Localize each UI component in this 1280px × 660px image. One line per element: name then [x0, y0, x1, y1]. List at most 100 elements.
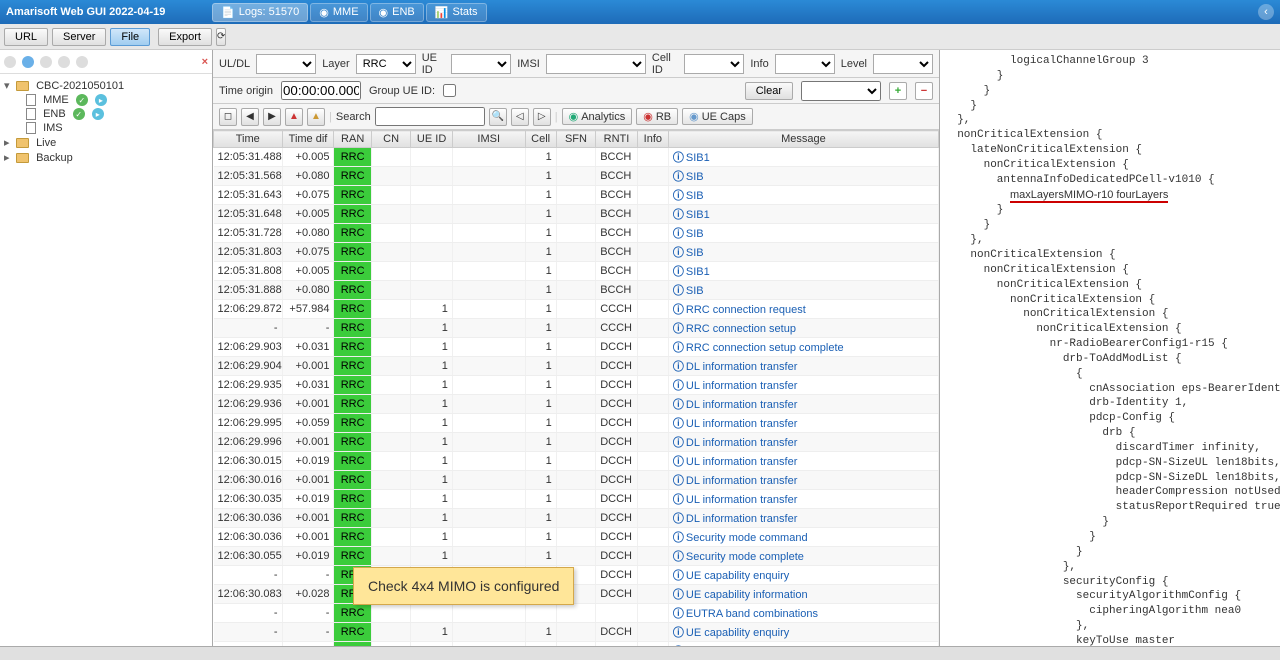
col-time-dif[interactable]: Time dif — [282, 131, 334, 148]
imsi-select[interactable] — [546, 54, 646, 74]
group-ueid-label: Group UE ID: — [369, 85, 435, 97]
search-prev-icon[interactable]: ◁ — [511, 108, 529, 126]
clear-button[interactable]: Clear — [745, 82, 793, 100]
dot-icon[interactable] — [4, 56, 16, 68]
log-row[interactable]: 12:06:30.035+0.019RRC11DCCHⓘUL informati… — [214, 490, 939, 509]
chart-icon: 📊 — [435, 6, 449, 19]
info-select[interactable] — [775, 54, 835, 74]
log-grid-wrap[interactable]: TimeTime difRANCNUE IDIMSICellSFNRNTIInf… — [213, 130, 939, 646]
log-row[interactable]: 12:06:30.036+0.001RRC11DCCHⓘSecurity mod… — [214, 528, 939, 547]
log-row[interactable]: 12:06:29.903+0.031RRC11DCCHⓘRRC connecti… — [214, 338, 939, 357]
tab-stats[interactable]: 📊Stats — [426, 3, 487, 22]
log-row[interactable]: 12:06:30.055+0.019RRC11DCCHⓘSecurity mod… — [214, 547, 939, 566]
log-row[interactable]: 12:06:30.123+0.040RRC11DCCHⓘUE capabilit… — [214, 642, 939, 647]
log-row[interactable]: 12:06:29.872+57.984RRC11CCCHⓘRRC connect… — [214, 300, 939, 319]
search-input[interactable] — [375, 107, 485, 126]
col-imsi[interactable]: IMSI — [452, 131, 525, 148]
log-row[interactable]: --RRC11CCCHⓘRRC connection setup — [214, 319, 939, 338]
tree-root[interactable]: ▾ CBC-2021050101 — [2, 78, 210, 93]
log-row[interactable]: --RRC11DCCHⓘUE capability enquiry — [214, 623, 939, 642]
log-row[interactable]: 12:06:29.995+0.059RRC11DCCHⓘUL informati… — [214, 414, 939, 433]
col-message[interactable]: Message — [668, 131, 938, 148]
tree-enb[interactable]: ENB ✓ ▸ — [2, 107, 210, 121]
col-sfn[interactable]: SFN — [556, 131, 595, 148]
log-row[interactable]: 12:06:29.996+0.001RRC11DCCHⓘDL informati… — [214, 433, 939, 452]
next-icon[interactable]: ▶ — [263, 108, 281, 126]
dot-icon[interactable] — [76, 56, 88, 68]
log-row[interactable]: 12:06:29.935+0.031RRC11DCCHⓘUL informati… — [214, 376, 939, 395]
time-bar: Time origin Group UE ID: Clear + − — [213, 78, 939, 104]
dot-icon[interactable] — [58, 56, 70, 68]
log-row[interactable]: 12:05:31.808+0.005RRC1BCCHⓘSIB1 — [214, 262, 939, 281]
log-row[interactable]: 12:06:30.015+0.019RRC11DCCHⓘUL informati… — [214, 452, 939, 471]
tree-live[interactable]: ▸ Live — [2, 135, 210, 150]
col-cell[interactable]: Cell — [525, 131, 556, 148]
col-rnti[interactable]: RNTI — [596, 131, 638, 148]
uldl-select[interactable] — [256, 54, 316, 74]
dot-icon[interactable] — [22, 56, 34, 68]
sidebar: × ▾ CBC-2021050101 MME ✓ ▸ ENB ✓ ▸ IMS ▸… — [0, 50, 213, 646]
detail-pane[interactable]: logicalChannelGroup 3 } } } }, nonCritic… — [940, 50, 1280, 646]
collapse-button[interactable]: ‹ — [1258, 4, 1274, 20]
close-icon[interactable]: × — [202, 56, 208, 68]
log-row[interactable]: 12:06:29.904+0.001RRC11DCCHⓘDL informati… — [214, 357, 939, 376]
rb-button[interactable]: ◉RB — [636, 108, 678, 125]
cellid-select[interactable] — [684, 54, 744, 74]
warn-icon[interactable]: ▲ — [285, 108, 303, 126]
url-button[interactable]: URL — [4, 28, 48, 46]
search-icon[interactable]: 🔍 — [489, 108, 507, 126]
dot-icon[interactable] — [40, 56, 52, 68]
col-ran[interactable]: RAN — [334, 131, 371, 148]
export-button[interactable]: Export — [158, 28, 212, 46]
time-origin-input[interactable] — [281, 81, 361, 100]
file-button[interactable]: File — [110, 28, 150, 46]
log-row[interactable]: 12:05:31.488+0.005RRC1BCCHⓘSIB1 — [214, 148, 939, 167]
col-info[interactable]: Info — [637, 131, 668, 148]
analytics-button[interactable]: ◉Analytics — [562, 108, 633, 125]
ueid-select[interactable] — [451, 54, 511, 74]
level-select[interactable] — [873, 54, 933, 74]
clear-select[interactable] — [801, 81, 881, 101]
remove-button[interactable]: − — [915, 82, 933, 100]
tab-enb[interactable]: ◉ENB — [370, 3, 424, 22]
log-row[interactable]: 12:05:31.888+0.080RRC1BCCHⓘSIB — [214, 281, 939, 300]
layer-select[interactable]: RRC — [356, 54, 416, 74]
add-button[interactable]: + — [889, 82, 907, 100]
refresh-icon[interactable]: ⟳ — [216, 28, 226, 46]
col-time[interactable]: Time — [214, 131, 283, 148]
log-row[interactable]: --RRCⓘEUTRA band combinations — [214, 604, 939, 623]
log-row[interactable]: 12:06:30.083+0.028RRC11DCCHⓘUE capabilit… — [214, 585, 939, 604]
log-row[interactable]: 12:06:30.036+0.001RRC11DCCHⓘDL informati… — [214, 509, 939, 528]
uecaps-button[interactable]: ◉UE Caps — [682, 108, 753, 125]
col-ue-id[interactable]: UE ID — [411, 131, 453, 148]
log-row[interactable]: 12:05:31.568+0.080RRC1BCCHⓘSIB — [214, 167, 939, 186]
caution-icon[interactable]: ▲ — [307, 108, 325, 126]
tab-mme[interactable]: ◉MME — [310, 3, 367, 22]
stop-icon[interactable]: ◻ — [219, 108, 237, 126]
log-grid: TimeTime difRANCNUE IDIMSICellSFNRNTIInf… — [213, 130, 939, 646]
tree-mme[interactable]: MME ✓ ▸ — [2, 93, 210, 107]
action-bar: ◻ ◀ ▶ ▲ ▲ | Search 🔍 ◁ ▷ | ◉Analytics ◉R… — [213, 104, 939, 130]
tree-backup[interactable]: ▸ Backup — [2, 150, 210, 165]
group-ueid-checkbox[interactable] — [443, 84, 456, 97]
log-row[interactable]: 12:05:31.643+0.075RRC1BCCHⓘSIB — [214, 186, 939, 205]
folder-icon — [16, 153, 29, 163]
col-cn[interactable]: CN — [371, 131, 410, 148]
prev-icon[interactable]: ◀ — [241, 108, 259, 126]
time-origin-label: Time origin — [219, 85, 273, 97]
log-row[interactable]: 12:05:31.803+0.075RRC1BCCHⓘSIB — [214, 243, 939, 262]
top-tabs: 📄Logs: 51570 ◉MME ◉ENB 📊Stats — [212, 3, 487, 22]
doc-icon — [26, 108, 36, 120]
log-row[interactable]: --RRC11DCCHⓘUE capability enquiry — [214, 566, 939, 585]
app-title: Amarisoft Web GUI 2022-04-19 — [6, 6, 206, 18]
tab-logs[interactable]: 📄Logs: 51570 — [212, 3, 308, 22]
log-row[interactable]: 12:05:31.648+0.005RRC1BCCHⓘSIB1 — [214, 205, 939, 224]
callout-tooltip: Check 4x4 MIMO is configured — [353, 567, 574, 605]
server-button[interactable]: Server — [52, 28, 106, 46]
log-row[interactable]: 12:05:31.728+0.080RRC1BCCHⓘSIB — [214, 224, 939, 243]
sidebar-tools: × — [0, 50, 212, 74]
search-next-icon[interactable]: ▷ — [533, 108, 551, 126]
tree-ims[interactable]: IMS — [2, 121, 210, 135]
log-row[interactable]: 12:06:29.936+0.001RRC11DCCHⓘDL informati… — [214, 395, 939, 414]
log-row[interactable]: 12:06:30.016+0.001RRC11DCCHⓘDL informati… — [214, 471, 939, 490]
